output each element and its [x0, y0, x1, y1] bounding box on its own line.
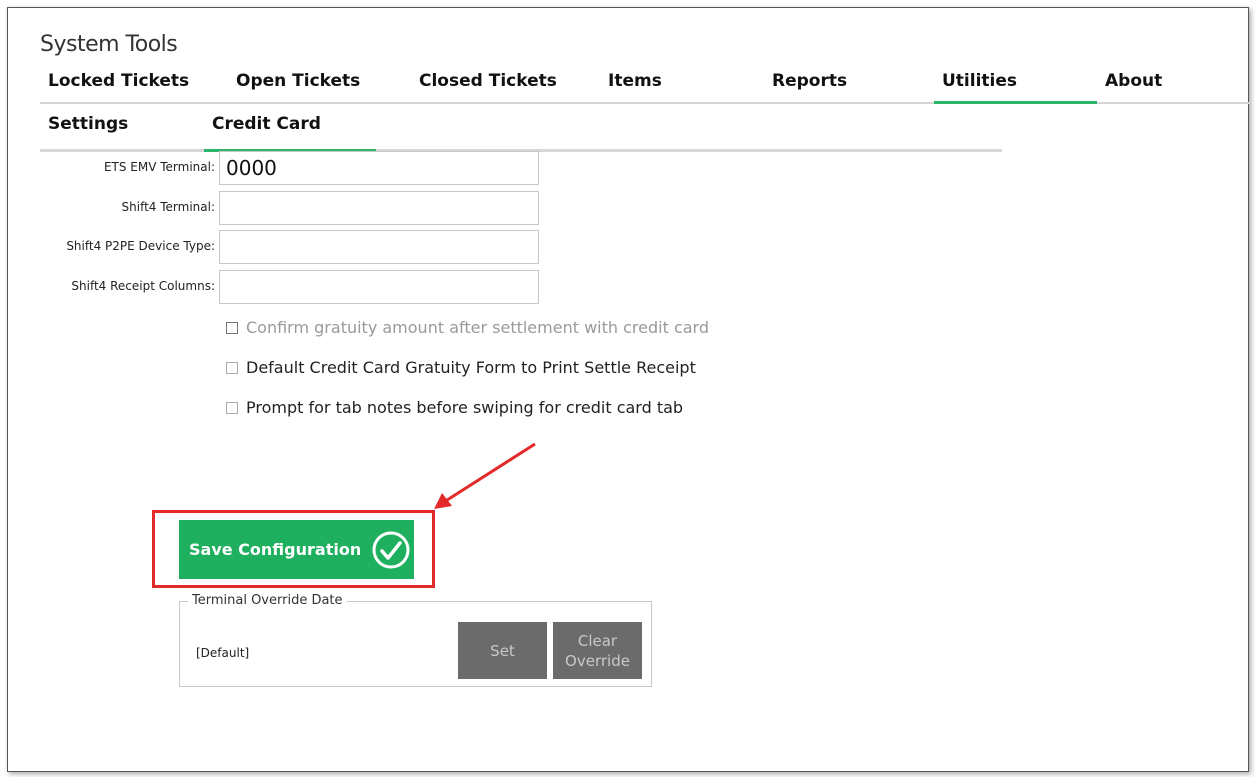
tab-about[interactable]: About	[1105, 68, 1162, 104]
form-row-ets-emv-terminal: ETS EMV Terminal:	[8, 151, 548, 185]
tab-closed-tickets[interactable]: Closed Tickets	[419, 68, 557, 104]
shift4-p2pe-device-type-input[interactable]	[219, 230, 539, 264]
default-gratuity-form-option[interactable]: Default Credit Card Gratuity Form to Pri…	[226, 358, 696, 380]
shift4-terminal-label: Shift4 Terminal:	[121, 200, 215, 214]
form-row-shift4-receipt-columns: Shift4 Receipt Columns:	[8, 270, 548, 304]
prompt-tab-notes-option[interactable]: Prompt for tab notes before swiping for …	[226, 398, 683, 420]
tab-reports[interactable]: Reports	[772, 68, 847, 104]
terminal-override-legend: Terminal Override Date	[188, 593, 347, 608]
ets-emv-terminal-input[interactable]	[219, 151, 539, 185]
app-title: System Tools	[40, 32, 178, 57]
set-override-button[interactable]: Set	[458, 622, 547, 679]
shift4-terminal-input[interactable]	[219, 191, 539, 225]
form-row-shift4-terminal: Shift4 Terminal:	[8, 191, 548, 225]
shift4-receipt-columns-input[interactable]	[219, 270, 539, 304]
tab-open-tickets[interactable]: Open Tickets	[236, 68, 360, 104]
shift4-receipt-columns-label: Shift4 Receipt Columns:	[71, 279, 215, 293]
confirm-gratuity-option[interactable]: Confirm gratuity amount after settlement…	[226, 318, 709, 340]
confirm-gratuity-label: Confirm gratuity amount after settlement…	[246, 318, 709, 337]
tab-utilities[interactable]: Utilities	[933, 68, 1098, 104]
confirm-gratuity-checkbox[interactable]	[226, 322, 238, 334]
form-row-shift4-p2pe-device-type: Shift4 P2PE Device Type:	[8, 230, 548, 264]
system-tools-window: System Tools Locked Tickets Open Tickets…	[7, 7, 1250, 772]
subtab-credit-card[interactable]: Credit Card	[204, 111, 376, 152]
sub-tab-bar: Settings Credit Card	[40, 111, 1002, 153]
clear-override-button[interactable]: Clear Override	[553, 622, 642, 679]
clear-override-label-line2: Override	[565, 651, 630, 670]
tab-items[interactable]: Items	[608, 68, 662, 104]
ets-emv-terminal-label: ETS EMV Terminal:	[103, 160, 215, 174]
shift4-p2pe-device-type-label: Shift4 P2PE Device Type:	[66, 239, 215, 253]
default-gratuity-form-checkbox[interactable]	[226, 362, 238, 374]
annotation-arrow-icon	[434, 442, 536, 509]
clear-override-label-line1: Clear	[577, 631, 618, 650]
default-gratuity-form-label: Default Credit Card Gratuity Form to Pri…	[246, 358, 696, 377]
prompt-tab-notes-label: Prompt for tab notes before swiping for …	[246, 398, 684, 417]
terminal-override-value: [Default]	[196, 646, 250, 660]
tab-locked-tickets[interactable]: Locked Tickets	[48, 68, 189, 104]
save-configuration-button[interactable]: Save Configuration	[179, 520, 414, 579]
save-configuration-label: Save Configuration	[189, 540, 362, 559]
subtab-settings[interactable]: Settings	[48, 111, 128, 152]
terminal-override-group: Terminal Override Date [Default] Set Cle…	[179, 593, 652, 687]
main-tab-bar: Locked Tickets Open Tickets Closed Ticke…	[40, 68, 1250, 104]
check-circle-icon	[372, 531, 410, 568]
prompt-tab-notes-checkbox[interactable]	[226, 402, 238, 414]
